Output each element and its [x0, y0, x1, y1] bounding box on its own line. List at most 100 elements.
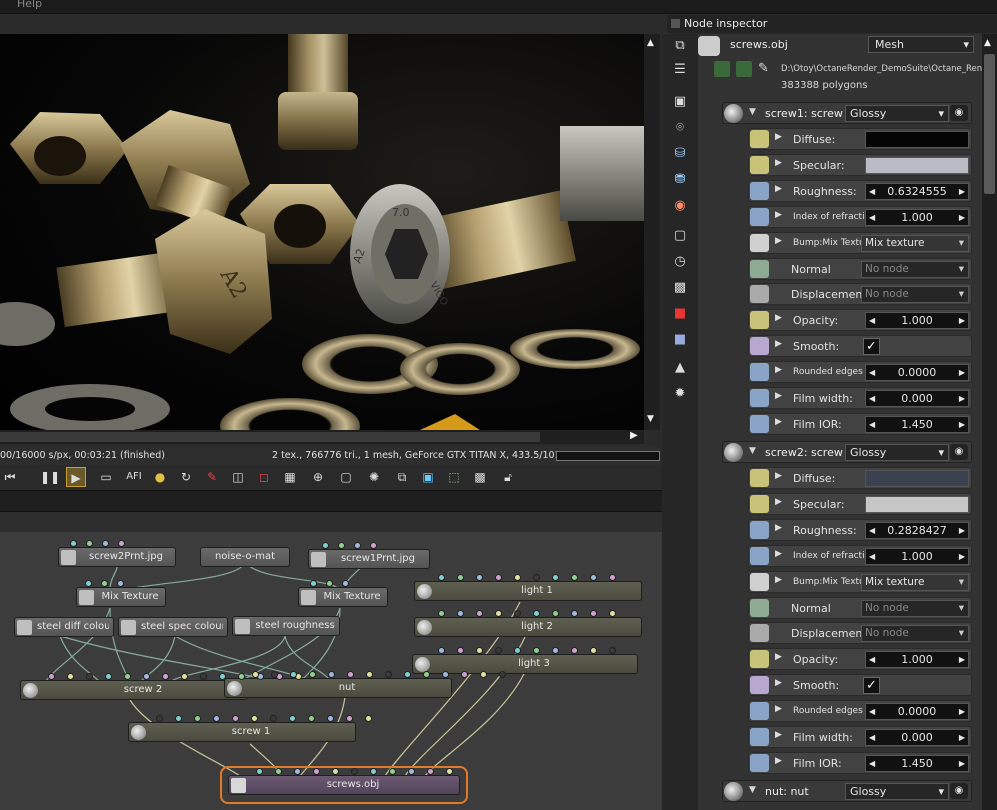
param-row[interactable]: ▶ Smooth: ✓ [748, 335, 972, 358]
expand-arrow-icon[interactable]: ▶ [775, 652, 782, 662]
pin-swatch-icon[interactable] [750, 414, 769, 433]
node-pin[interactable] [232, 715, 239, 722]
decrement-arrow-icon[interactable]: ◀ [869, 417, 875, 432]
disk-icon[interactable]: ⛃ [672, 172, 688, 188]
pin-swatch-icon[interactable] [750, 259, 769, 278]
increment-arrow-icon[interactable]: ▶ [959, 184, 965, 199]
param-row[interactable]: ▶ Bump:Mix Texture Mix texture [748, 231, 972, 254]
decrement-arrow-icon[interactable]: ◀ [869, 184, 875, 199]
node-pin[interactable] [328, 671, 335, 678]
node-pin[interactable] [102, 540, 109, 547]
node-pin[interactable] [495, 647, 502, 654]
region-icon[interactable]: ◫ [228, 467, 248, 487]
expand-arrow-icon[interactable]: ▶ [775, 756, 782, 766]
decrement-arrow-icon[interactable]: ◀ [869, 391, 875, 406]
increment-arrow-icon[interactable]: ▶ [959, 313, 965, 328]
increment-arrow-icon[interactable]: ▶ [959, 549, 965, 564]
increment-arrow-icon[interactable]: ▶ [959, 730, 965, 745]
param-row[interactable]: ▶ Index of refraction: ◀ 1.000 ▶ [748, 205, 972, 228]
decrement-arrow-icon[interactable]: ◀ [869, 730, 875, 745]
menu-help[interactable]: Help [17, 0, 42, 10]
texture-dropdown[interactable]: Mix texture [861, 234, 969, 252]
node-pin[interactable] [67, 673, 74, 680]
pin-swatch-icon[interactable] [750, 624, 769, 643]
expand-arrow-icon[interactable]: ▶ [775, 471, 782, 481]
expand-arrow-icon[interactable]: ▼ [749, 446, 756, 456]
node-pin[interactable] [423, 671, 430, 678]
scroll-up-arrow[interactable]: ▲ [647, 38, 654, 48]
node-pin[interactable] [590, 610, 597, 617]
pin-swatch-icon[interactable] [750, 337, 769, 356]
node-pin[interactable] [162, 673, 169, 680]
node-steel-roughness[interactable]: steel roughness [232, 616, 340, 636]
node-pin[interactable] [332, 768, 339, 775]
node-pin[interactable] [289, 715, 296, 722]
node-pin[interactable] [609, 610, 616, 617]
pin-swatch-icon[interactable] [750, 155, 769, 174]
node-pin[interactable] [389, 768, 396, 775]
color-swatch[interactable] [865, 156, 969, 174]
node-pin[interactable] [48, 673, 55, 680]
smooth-checkbox[interactable]: ✓ [863, 677, 880, 695]
node-pin[interactable] [175, 715, 182, 722]
render-viewport[interactable]: A2 7.0 A2 VIGO [0, 34, 644, 430]
node-mix-texture-1[interactable]: Mix Texture [76, 587, 166, 607]
node-pin[interactable] [514, 647, 521, 654]
node-pin[interactable] [609, 574, 616, 581]
expand-arrow-icon[interactable]: ▶ [775, 313, 782, 323]
expand-arrow-icon[interactable]: ▼ [749, 785, 756, 795]
afi-icon[interactable]: AFI [124, 467, 144, 487]
node-pin[interactable] [552, 574, 559, 581]
node-pin[interactable] [366, 671, 373, 678]
pin-swatch-icon[interactable] [750, 520, 769, 539]
progress-wheel-icon[interactable]: ✺ [364, 467, 384, 487]
image-icon[interactable]: ▣ [672, 94, 688, 110]
scroll-right-arrow[interactable]: ▶ [630, 430, 638, 441]
node-pin[interactable] [552, 647, 559, 654]
node-pin[interactable] [85, 580, 92, 587]
scroll-thumb[interactable] [984, 54, 995, 194]
eye-icon[interactable]: ◉ [950, 105, 968, 121]
scroll-down-arrow[interactable]: ▼ [647, 414, 654, 424]
param-row[interactable]: ▶ Bump:Mix Texture Mix texture [748, 570, 972, 593]
camera-icon[interactable]: ⌾ [672, 120, 688, 136]
node-pin[interactable] [156, 715, 163, 722]
decrement-arrow-icon[interactable]: ◀ [869, 365, 875, 380]
red-cube-icon[interactable]: ■ [672, 306, 688, 322]
value-field[interactable]: ◀ 0.000 ▶ [865, 390, 969, 407]
material-header[interactable]: ▼ screw2: screw 2Glossy ◉ [722, 441, 972, 463]
pin-swatch-icon[interactable] [750, 363, 769, 382]
node-pin[interactable] [495, 574, 502, 581]
node-pin[interactable] [326, 580, 333, 587]
node-pin[interactable] [609, 647, 616, 654]
increment-arrow-icon[interactable]: ▶ [959, 756, 965, 771]
node-pin[interactable] [124, 673, 131, 680]
expand-arrow-icon[interactable]: ▶ [775, 417, 782, 427]
node-pin[interactable] [438, 574, 445, 581]
pin-swatch-icon[interactable] [750, 207, 769, 226]
node-pin[interactable] [309, 671, 316, 678]
node-pin[interactable] [308, 715, 315, 722]
node-pin[interactable] [310, 580, 317, 587]
pin-swatch-icon[interactable] [750, 572, 769, 591]
export-icon[interactable]: ⬚ [444, 467, 464, 487]
decrement-arrow-icon[interactable]: ◀ [869, 704, 875, 719]
node-pin[interactable] [365, 715, 372, 722]
windows-icon[interactable]: ⧉ [672, 38, 688, 54]
node-pin[interactable] [342, 580, 349, 587]
param-row[interactable]: ▶ Film width: ◀ 0.000 ▶ [748, 387, 972, 409]
sun-icon[interactable]: ✹ [672, 386, 688, 402]
decrement-arrow-icon[interactable]: ◀ [869, 210, 875, 225]
pin-swatch-icon[interactable] [750, 546, 769, 565]
node-pin[interactable] [499, 671, 506, 678]
node-pin[interactable] [101, 580, 108, 587]
node-pin[interactable] [200, 673, 207, 680]
param-row[interactable]: ▶ Diffuse: [748, 467, 972, 489]
node-pin[interactable] [354, 542, 361, 549]
reload-icon[interactable] [714, 61, 730, 77]
expand-arrow-icon[interactable]: ▶ [775, 549, 782, 559]
value-field[interactable]: ◀ 1.000 ▶ [865, 312, 969, 330]
node-pin[interactable] [118, 540, 125, 547]
inspector-toggle-checkbox[interactable] [670, 18, 681, 29]
node-pin[interactable] [181, 673, 188, 680]
